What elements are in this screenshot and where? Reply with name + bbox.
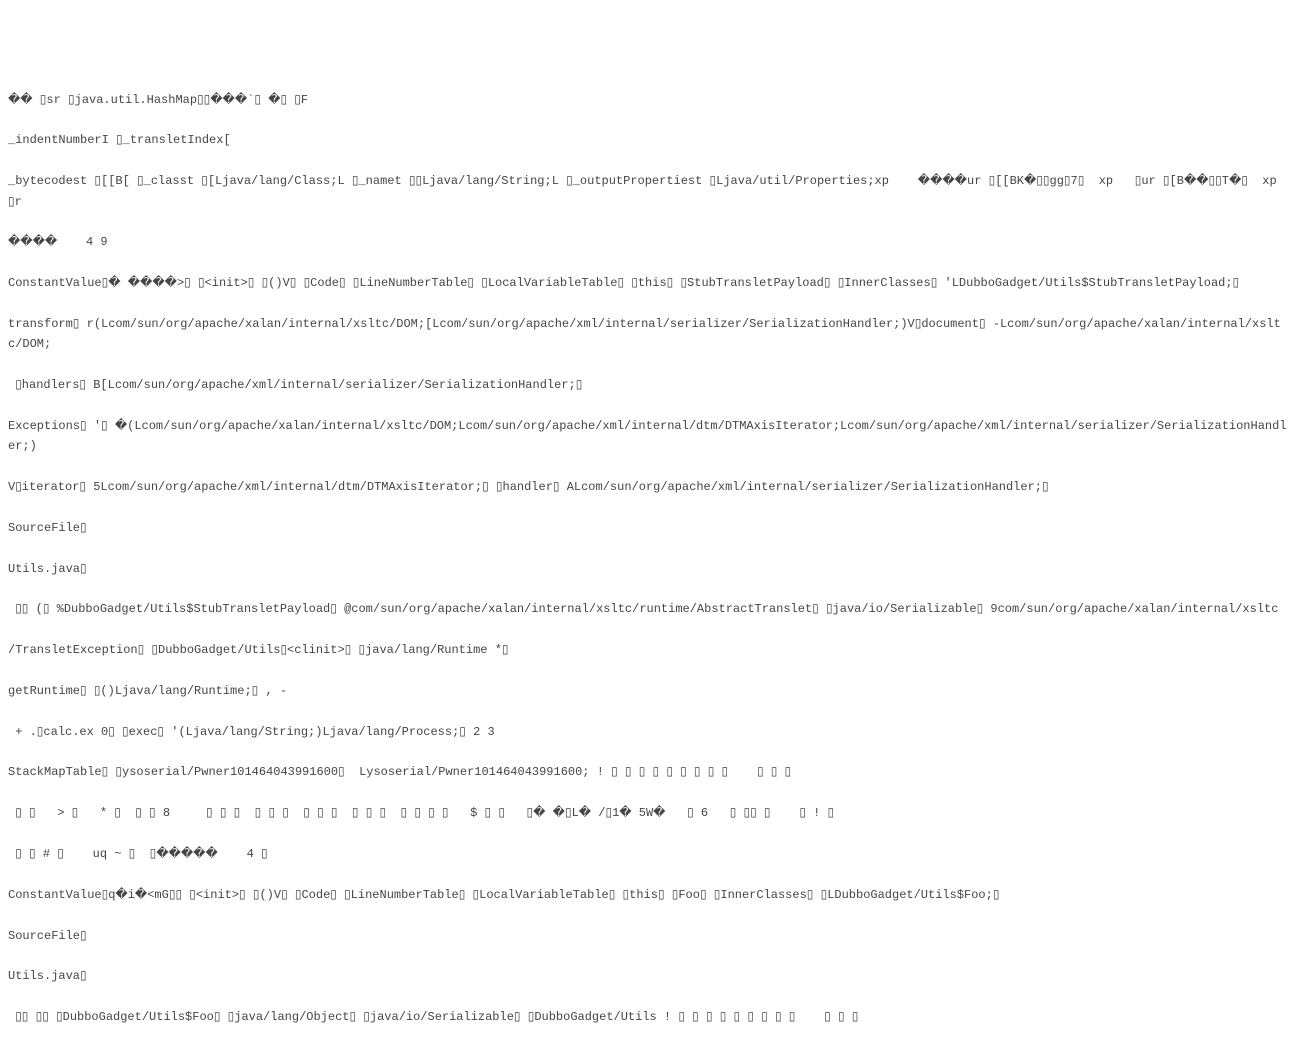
code-line: ▯handlers▯ B[Lcom/sun/org/apache/xml/int… [8,375,1292,395]
code-line: getRuntime▯ ▯()Ljava/lang/Runtime;▯ , - [8,681,1292,701]
code-line: transform▯ r(Lcom/sun/org/apache/xalan/i… [8,314,1292,355]
code-line: _bytecodest ▯[[B[ ▯_classt ▯[Ljava/lang/… [8,171,1292,212]
code-line: SourceFile▯ [8,926,1292,946]
code-line: _indentNumberI ▯_transletIndex[ [8,130,1292,150]
code-line: + .▯calc.ex 0▯ ▯exec▯ '(Ljava/lang/Strin… [8,722,1292,742]
code-line: Utils.java▯ [8,966,1292,986]
code-line: StackMapTable▯ ▯ysoserial/Pwner101464043… [8,762,1292,782]
code-line: ▯ ▯ # ▯ uq ~ ▯ ▯����� 4 ▯ [8,844,1292,864]
code-line: ���� 4 9 [8,232,1292,252]
code-line: Utils.java▯ [8,559,1292,579]
code-line: ▯▯ (▯ %DubboGadget/Utils$StubTransletPay… [8,599,1292,619]
code-line: �� ▯sr ▯java.util.HashMap▯▯���`▯ �▯ ▯F [8,90,1292,110]
code-line: /TransletException▯ ▯DubboGadget/Utils▯<… [8,640,1292,660]
code-line: ConstantValue▯� ����>▯ ▯<init>▯ ▯()V▯ ▯C… [8,273,1292,293]
code-line: SourceFile▯ [8,518,1292,538]
code-line: ▯▯ ▯▯ ▯DubboGadget/Utils$Foo▯ ▯java/lang… [8,1007,1292,1027]
code-line: Exceptions▯ '▯ �(Lcom/sun/org/apache/xal… [8,416,1292,457]
code-line: ▯ ▯ > ▯ * ▯ ▯ ▯ 8 ▯ ▯ ▯ ▯ ▯ ▯ ▯ ▯ ▯ ▯ ▯ … [8,803,1292,823]
code-line: V▯iterator▯ 5Lcom/sun/org/apache/xml/int… [8,477,1292,497]
code-line: ConstantValue▯q�i�<mG▯▯ ▯<init>▯ ▯()V▯ ▯… [8,885,1292,905]
